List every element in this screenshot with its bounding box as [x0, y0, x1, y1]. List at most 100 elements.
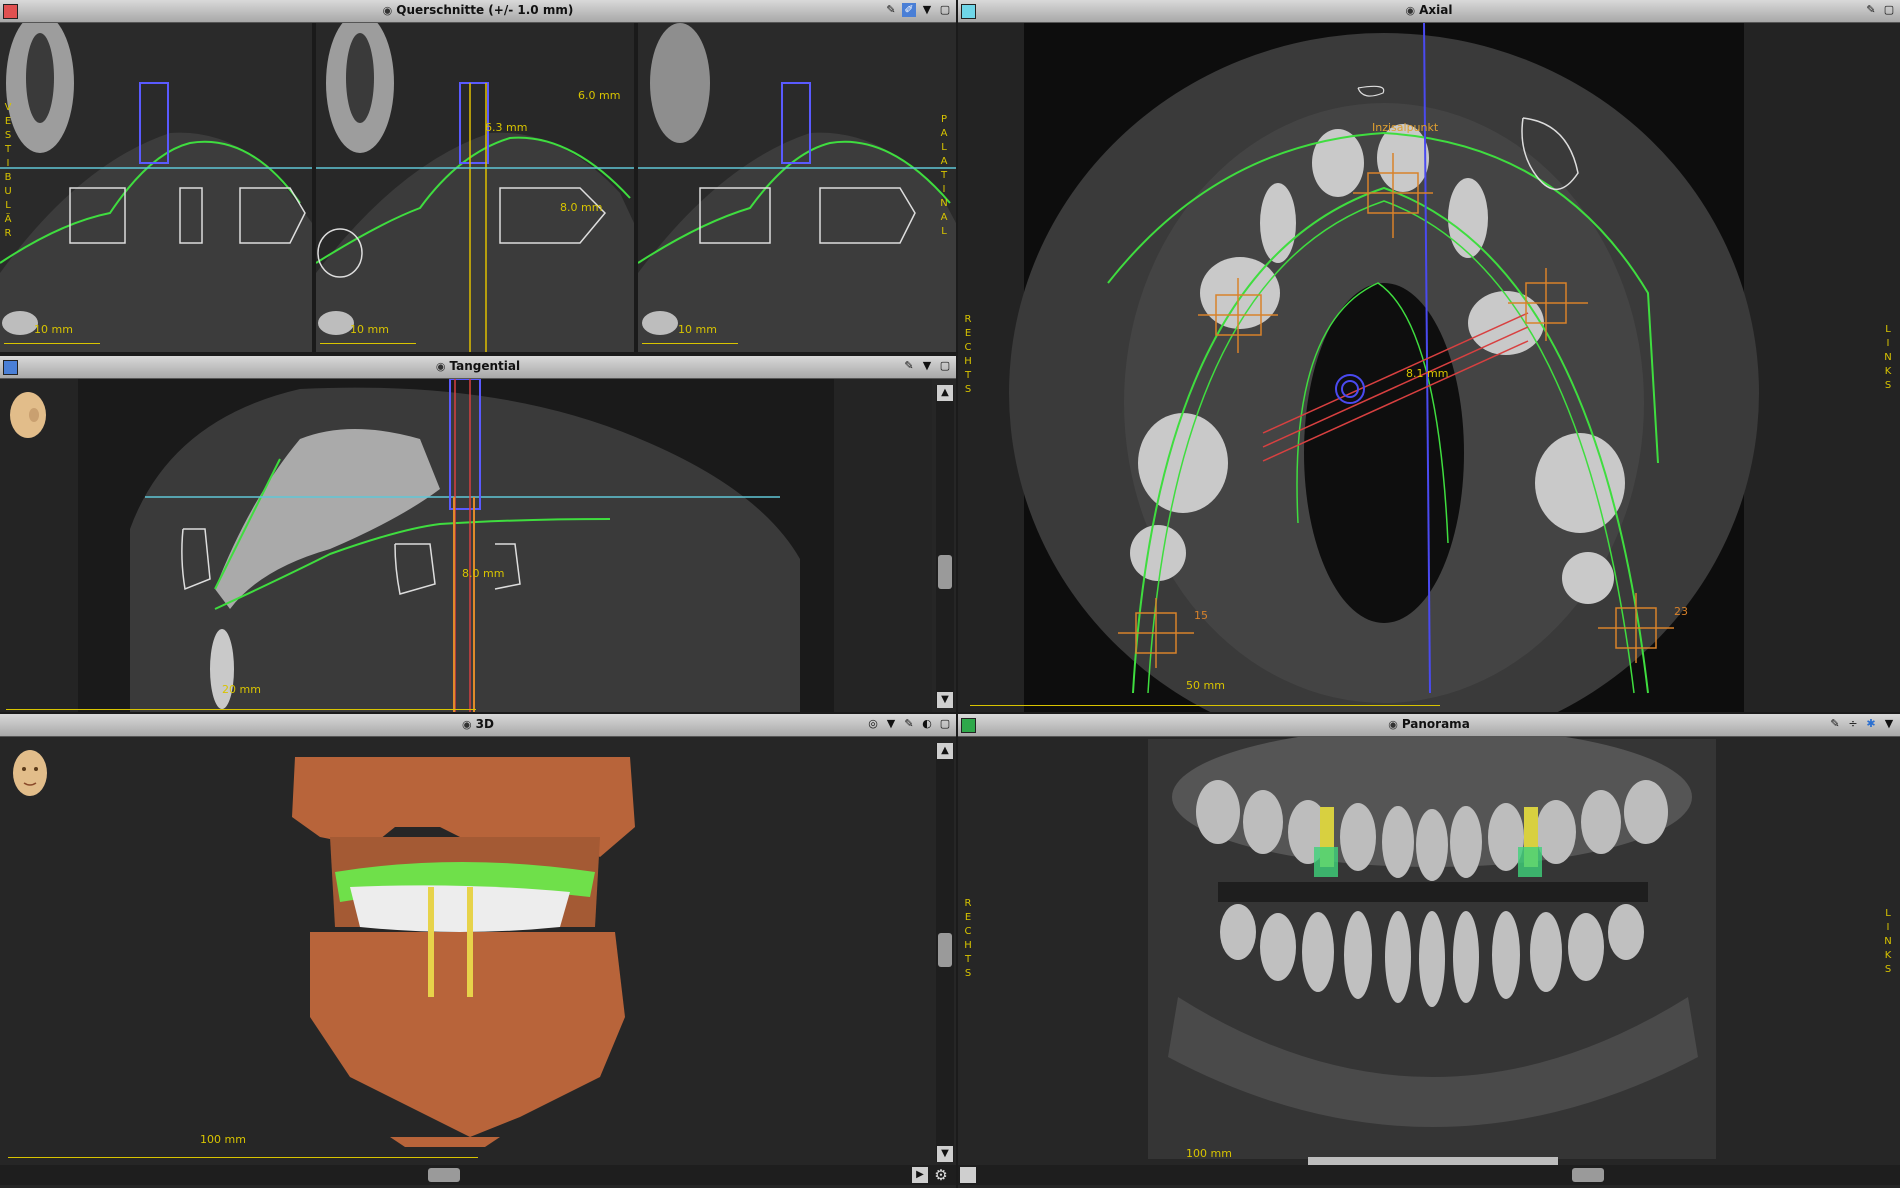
three-d-render[interactable] — [0, 737, 932, 1162]
side-label-palatinal: PALATINAL — [938, 113, 950, 239]
head-orientation-icon[interactable] — [4, 387, 52, 443]
side-label-links: LINKS — [1882, 323, 1894, 393]
side-letter: C — [964, 342, 972, 353]
side-letter: T — [964, 954, 972, 965]
scroll-left-icon[interactable] — [960, 1167, 976, 1183]
cross-measure-1: 6.3 mm — [485, 121, 528, 134]
axial-scale-bar — [970, 695, 1440, 706]
hscroll-thumb[interactable] — [1572, 1168, 1604, 1182]
scroll-down-icon[interactable]: ▼ — [937, 692, 953, 708]
cross-slice-2 — [315, 23, 634, 352]
wrench-icon[interactable]: ✎ — [884, 3, 898, 17]
panel-tools: ◎ ▼ ✎ ◐ ▢ — [866, 717, 952, 731]
cross-section-panel[interactable]: ◉ Querschnitte (+/- 1.0 mm) ✎ ✐ ▼ ▢ 6.3 … — [0, 0, 956, 352]
head-orientation-icon[interactable] — [6, 745, 54, 801]
side-letter: S — [1884, 380, 1892, 391]
side-letter: L — [5, 200, 11, 211]
axial-titlebar[interactable]: ◉ Axial ✎ ▢ — [958, 0, 1900, 23]
axial-label-top: Inzisalpunkt — [1372, 121, 1439, 134]
tangential-measure: 8.0 mm — [462, 567, 505, 580]
scroll-up-icon[interactable]: ▲ — [937, 743, 953, 759]
panorama-hscrollbar[interactable] — [958, 1165, 1900, 1185]
tangential-panel[interactable]: ◉ Tangential ✎ ▼ ▢ 8.0 mm 20 mm ▲ ▼ — [0, 356, 956, 712]
panel-tools: ✎ ✐ ▼ ▢ — [884, 3, 952, 17]
side-letter: L — [1885, 324, 1891, 335]
panorama-panel[interactable]: ◉ Panorama ✎ ÷ ✱ ▼ 100 mm R E C H T S L … — [958, 714, 1900, 1188]
settings-gear-icon[interactable]: ⚙ — [932, 1166, 950, 1184]
cross-section-titlebar[interactable]: ◉ Querschnitte (+/- 1.0 mm) ✎ ✐ ▼ ▢ — [0, 0, 956, 23]
wrench-icon[interactable]: ✎ — [1828, 717, 1842, 731]
tangential-scrollbar[interactable]: ▲ ▼ — [936, 385, 954, 708]
side-letter: U — [4, 186, 12, 197]
dropdown-arrow-icon[interactable]: ▼ — [920, 3, 934, 17]
three-d-panel[interactable]: ◉ 3D ◎ ▼ ✎ ◐ ▢ 100 mm ▲ ▼ ▶ ⚙ — [0, 714, 956, 1188]
side-letter: I — [1886, 338, 1890, 349]
panorama-titlebar[interactable]: ◉ Panorama ✎ ÷ ✱ ▼ — [958, 714, 1900, 737]
wrench-icon[interactable]: ✎ — [902, 717, 916, 731]
scroll-thumb[interactable] — [938, 555, 952, 589]
camera-icon: ◉ — [1405, 4, 1416, 17]
scroll-right-icon[interactable]: ▶ — [912, 1167, 928, 1183]
hscroll-thumb[interactable] — [428, 1168, 460, 1182]
side-letter: N — [940, 198, 948, 209]
panel-tools: ✎ ▢ — [1864, 3, 1896, 17]
maximize-icon[interactable]: ▢ — [1882, 3, 1896, 17]
axial-marker-right: 23 — [1674, 605, 1688, 618]
panel-title: Querschnitte (+/- 1.0 mm) — [396, 3, 574, 17]
maximize-icon[interactable]: ▢ — [938, 3, 952, 17]
tangential-view[interactable]: 8.0 mm 20 mm ▲ ▼ — [0, 379, 956, 712]
camera-icon: ◉ — [382, 4, 393, 17]
cross-slice-3 — [637, 23, 956, 352]
cross-measure-2: 8.0 mm — [560, 201, 603, 214]
three-d-view[interactable]: 100 mm ▲ ▼ ▶ ⚙ — [0, 737, 956, 1188]
pen-tool-icon[interactable]: ✐ — [902, 3, 916, 17]
dropdown-arrow-icon[interactable]: ▼ — [920, 359, 934, 373]
side-letter: R — [4, 228, 12, 239]
panel-title: Axial — [1419, 3, 1453, 17]
eye-icon[interactable]: ◎ — [866, 717, 880, 731]
cross-section-view[interactable]: 6.3 mm 8.0 mm 6.0 mm 10 mm 10 mm 10 mm V… — [0, 23, 956, 352]
side-letter: E — [4, 116, 12, 127]
dropdown-arrow-icon[interactable]: ▼ — [884, 717, 898, 731]
side-letter: K — [1884, 366, 1892, 377]
tangential-titlebar[interactable]: ◉ Tangential ✎ ▼ ▢ — [0, 356, 956, 379]
tangential-image[interactable] — [0, 379, 932, 712]
side-label-rechts: RECHTS — [962, 897, 974, 981]
wrench-icon[interactable]: ✎ — [1864, 3, 1878, 17]
three-d-hscrollbar[interactable]: ▶ ⚙ — [0, 1165, 956, 1185]
panorama-scale-label: 100 mm — [1186, 1147, 1232, 1160]
panel-title: 3D — [475, 717, 494, 731]
panorama-image[interactable] — [958, 737, 1900, 1188]
side-letter: E — [964, 912, 972, 923]
scroll-down-icon[interactable]: ▼ — [937, 1146, 953, 1162]
axial-view[interactable]: Inzisalpunkt 8.1 mm 15 23 50 mm RECHTS L… — [958, 23, 1900, 712]
dropdown-arrow-icon[interactable]: ▼ — [1882, 717, 1896, 731]
side-letter: T — [4, 144, 12, 155]
side-letter: V — [4, 102, 12, 113]
settings-icon[interactable]: ✱ — [1864, 717, 1878, 731]
wrench-icon[interactable]: ✎ — [902, 359, 916, 373]
side-letter: C — [964, 926, 972, 937]
three-d-titlebar[interactable]: ◉ 3D ◎ ▼ ✎ ◐ ▢ — [0, 714, 956, 737]
side-letter: N — [1884, 936, 1892, 947]
side-label-rechts: RECHTS — [962, 313, 974, 397]
scroll-thumb[interactable] — [938, 933, 952, 967]
axial-marker-left: 15 — [1194, 609, 1208, 622]
cross-slice-1 — [0, 23, 312, 352]
cross-section-image[interactable] — [0, 23, 956, 352]
toggle-icon[interactable]: ◐ — [920, 717, 934, 731]
panorama-view[interactable]: 100 mm RECHTS LINKS — [958, 737, 1900, 1188]
split-icon[interactable]: ÷ — [1846, 717, 1860, 731]
axial-panel[interactable]: ◉ Axial ✎ ▢ Inzisalpunkt 8.1 mm 15 23 50… — [958, 0, 1900, 712]
maximize-icon[interactable]: ▢ — [938, 717, 952, 731]
side-letter: S — [964, 968, 972, 979]
side-letter: Ä — [4, 214, 12, 225]
scale-label-3: 10 mm — [678, 323, 717, 336]
three-d-scrollbar[interactable]: ▲ ▼ — [936, 743, 954, 1162]
side-letter: R — [964, 898, 972, 909]
maximize-icon[interactable]: ▢ — [938, 359, 952, 373]
scale-label-2: 10 mm — [350, 323, 389, 336]
side-letter: S — [4, 130, 12, 141]
scroll-up-icon[interactable]: ▲ — [937, 385, 953, 401]
side-letter: T — [964, 370, 972, 381]
